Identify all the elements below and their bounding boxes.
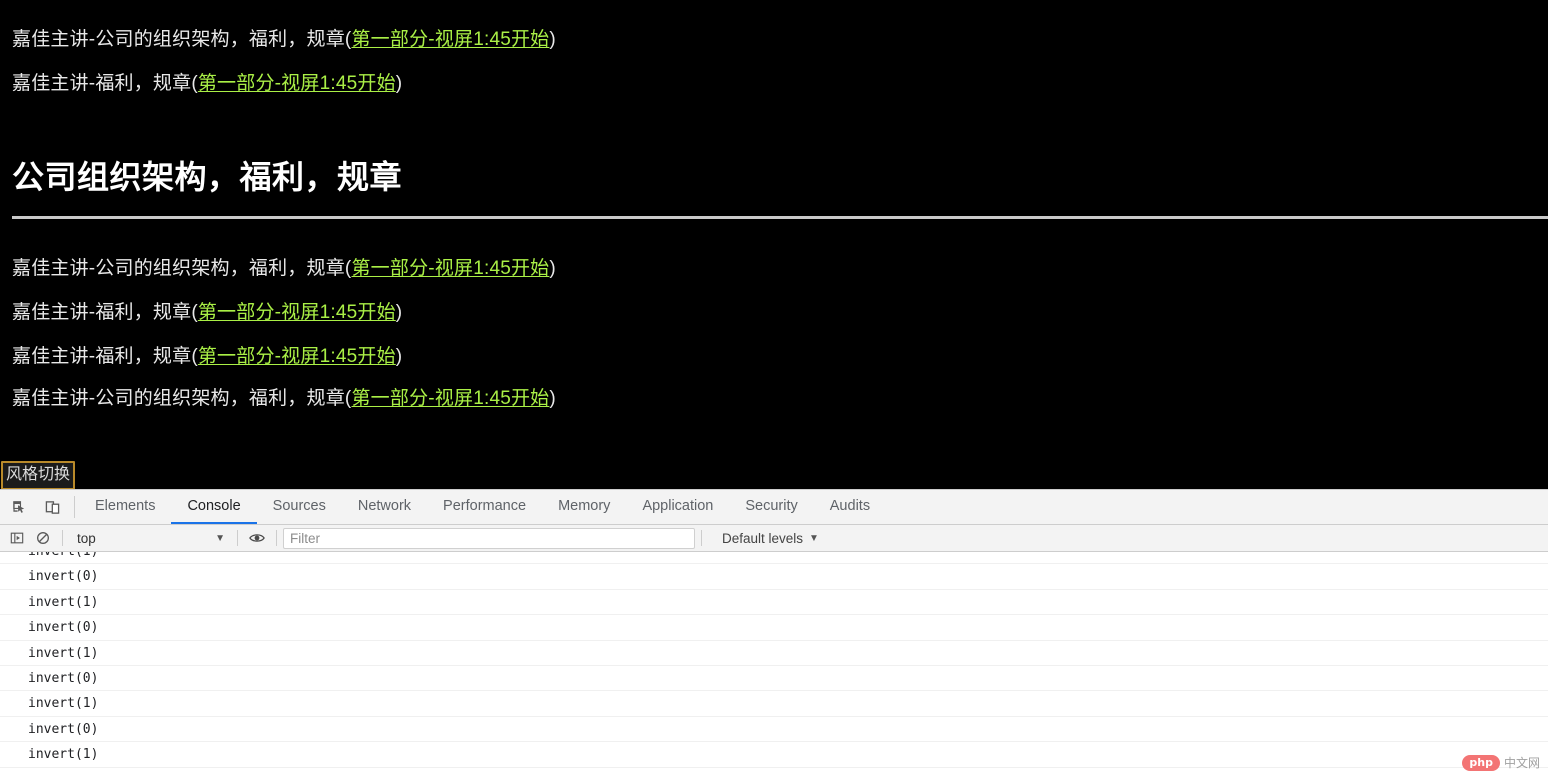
clear-console-icon[interactable] <box>30 527 56 549</box>
chevron-down-icon: ▼ <box>809 532 819 544</box>
console-context-value: top <box>77 530 96 546</box>
devtools-panel: Elements Console Sources Network Perform… <box>0 489 1548 777</box>
console-message: invert(1) <box>0 552 1548 565</box>
tab-security[interactable]: Security <box>729 490 813 524</box>
video-link[interactable]: 第一部分-视屏1:45开始 <box>198 302 396 323</box>
tab-network[interactable]: Network <box>342 490 427 524</box>
paragraph-prefix: 嘉佳主讲-福利，规章( <box>12 302 198 323</box>
paragraph-prefix: 嘉佳主讲-福利，规章( <box>12 346 198 367</box>
console-message: invert(0) <box>0 615 1548 641</box>
devtools-tab-list: Elements Console Sources Network Perform… <box>79 490 886 524</box>
console-toolbar: top ▼ Default levels ▼ <box>0 525 1548 552</box>
paragraph-suffix: ) <box>395 302 403 323</box>
toolbar-divider <box>62 530 63 546</box>
paragraph-suffix: ) <box>395 346 403 367</box>
paragraph-prefix: 嘉佳主讲-公司的组织架构，福利，规章( <box>12 258 352 279</box>
tab-application[interactable]: Application <box>626 490 729 524</box>
tab-elements[interactable]: Elements <box>79 490 171 524</box>
paragraph-line: 嘉佳主讲-公司的组织架构，福利，规章(第一部分-视屏1:45开始) <box>0 28 568 52</box>
tab-sources[interactable]: Sources <box>257 490 342 524</box>
paragraph-prefix: 嘉佳主讲-公司的组织架构，福利，规章( <box>12 388 352 409</box>
video-link[interactable]: 第一部分-视屏1:45开始 <box>198 73 396 94</box>
paragraph-suffix: ) <box>395 73 403 94</box>
console-message-list[interactable]: invert(1) invert(0) invert(1) invert(0) … <box>0 552 1548 777</box>
toolbar-divider <box>74 496 75 518</box>
console-context-select[interactable]: top ▼ <box>69 528 231 549</box>
paragraph-prefix: 嘉佳主讲-福利，规章( <box>12 73 198 94</box>
console-filter-input[interactable] <box>283 527 695 549</box>
paragraph-line: 嘉佳主讲-福利，规章(第一部分-视屏1:45开始) <box>0 72 414 96</box>
tab-memory[interactable]: Memory <box>542 490 626 524</box>
tab-performance[interactable]: Performance <box>427 490 542 524</box>
toolbar-divider <box>701 530 702 546</box>
console-message: invert(0) <box>0 564 1548 590</box>
console-log-levels-select[interactable]: Default levels ▼ <box>714 531 827 546</box>
video-link[interactable]: 第一部分-视屏1:45开始 <box>351 388 549 409</box>
console-message: invert(1) <box>0 641 1548 666</box>
console-message: invert(0) <box>0 666 1548 692</box>
page-title: 公司组织架构，福利，规章 <box>12 159 403 195</box>
paragraph-suffix: ) <box>549 258 556 279</box>
log-levels-label: Default levels <box>722 530 804 546</box>
web-page-content: 嘉佳主讲-公司的组织架构，福利，规章(第一部分-视屏1:45开始) 嘉佳主讲-福… <box>0 0 1548 489</box>
inspect-element-icon[interactable] <box>6 494 33 520</box>
tab-audits[interactable]: Audits <box>814 490 886 524</box>
toolbar-divider <box>237 530 238 546</box>
title-divider <box>12 216 1548 219</box>
paragraph-line: 嘉佳主讲-福利，规章(第一部分-视屏1:45开始) <box>0 301 414 325</box>
paragraph-suffix: ) <box>549 29 556 50</box>
console-message: invert(1) <box>0 742 1548 768</box>
paragraph-prefix: 嘉佳主讲-公司的组织架构，福利，规章( <box>12 29 352 50</box>
paragraph-line: 嘉佳主讲-公司的组织架构，福利，规章(第一部分-视屏1:45开始) <box>0 387 568 411</box>
devtools-tool-icons <box>0 490 72 524</box>
toolbar-divider <box>276 530 277 546</box>
paragraph-suffix: ) <box>549 388 556 409</box>
device-toolbar-icon[interactable] <box>39 494 66 520</box>
paragraph-line: 嘉佳主讲-公司的组织架构，福利，规章(第一部分-视屏1:45开始) <box>0 257 568 281</box>
paragraph-line: 嘉佳主讲-福利，规章(第一部分-视屏1:45开始) <box>0 345 414 369</box>
console-sidebar-icon[interactable] <box>4 527 30 549</box>
video-link[interactable]: 第一部分-视屏1:45开始 <box>351 258 549 279</box>
chevron-down-icon: ▼ <box>215 532 225 544</box>
video-link[interactable]: 第一部分-视屏1:45开始 <box>351 29 549 50</box>
console-message: invert(0) <box>0 717 1548 743</box>
style-toggle-button[interactable]: 风格切换 <box>1 461 76 489</box>
console-message: invert(1) <box>0 590 1548 616</box>
console-messages-scroll: invert(1) invert(0) invert(1) invert(0) … <box>0 552 1548 768</box>
devtools-tabbar: Elements Console Sources Network Perform… <box>0 490 1548 525</box>
console-message: invert(1) <box>0 691 1548 717</box>
video-link[interactable]: 第一部分-视屏1:45开始 <box>198 346 396 367</box>
tab-console[interactable]: Console <box>171 490 257 524</box>
live-expression-eye-icon[interactable] <box>244 527 270 549</box>
